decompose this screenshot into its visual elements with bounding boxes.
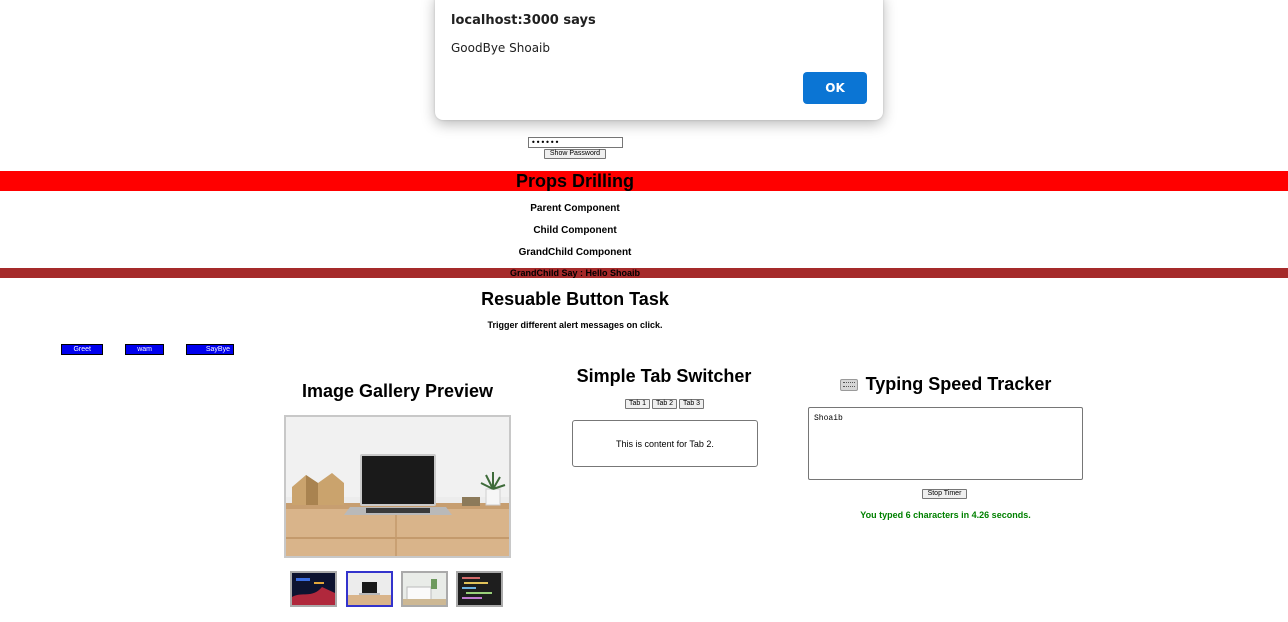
typing-result-text: You typed 6 characters in 4.26 seconds.: [860, 510, 1031, 520]
show-password-button[interactable]: Show Password: [544, 149, 606, 159]
button-task-subtitle: Trigger different alert messages on clic…: [487, 320, 663, 330]
laptop-desk-image: [286, 417, 509, 556]
button-task-title: Resuable Button Task: [481, 289, 669, 309]
wam-button[interactable]: wam: [125, 344, 164, 355]
saybye-button[interactable]: SayBye: [186, 344, 234, 355]
props-drilling-title: Props Drilling: [515, 171, 634, 191]
alert-message: GoodBye Shoaib: [451, 41, 550, 55]
gallery-thumbnail-active[interactable]: [346, 571, 393, 607]
child-component-label: Child Component: [533, 225, 617, 236]
thumbnail-image: [403, 573, 446, 605]
gallery-thumbnail[interactable]: [401, 571, 448, 607]
tab-3[interactable]: Tab 3: [679, 399, 704, 409]
tab-2[interactable]: Tab 2: [652, 399, 677, 409]
thumbnail-image: [348, 573, 391, 605]
gallery-thumbnail[interactable]: [456, 571, 503, 607]
tab-switcher-title: Simple Tab Switcher: [576, 366, 752, 386]
greet-button[interactable]: Greet: [61, 344, 103, 355]
alert-ok-button[interactable]: OK: [803, 72, 867, 104]
gallery-title: Image Gallery Preview: [301, 381, 494, 401]
password-input[interactable]: ••••••: [528, 137, 623, 148]
thumbnail-image: [292, 573, 335, 605]
alert-dialog: localhost:3000 says GoodBye Shoaib OK: [435, 0, 883, 120]
thumbnail-image: [458, 573, 501, 605]
tab-content-panel: This is content for Tab 2.: [572, 420, 758, 467]
keyboard-icon: [839, 378, 858, 391]
tab-1[interactable]: Tab 1: [625, 399, 650, 409]
typing-tracker-header: Typing Speed Tracker: [808, 374, 1083, 395]
typing-textarea[interactable]: Shoaib: [808, 407, 1083, 480]
stop-timer-button[interactable]: Stop Timer: [922, 489, 967, 499]
grandchild-component-label: GrandChild Component: [518, 247, 632, 258]
tab-content-text: This is content for Tab 2.: [616, 438, 714, 449]
typing-tracker-title: Typing Speed Tracker: [865, 374, 1052, 394]
parent-component-label: Parent Component: [530, 203, 620, 214]
gallery-thumbnail[interactable]: [290, 571, 337, 607]
grandchild-say-text: GrandChild Say : Hello Shoaib: [509, 268, 641, 278]
gallery-main-image: [284, 415, 511, 558]
alert-title: localhost:3000 says: [451, 13, 596, 28]
